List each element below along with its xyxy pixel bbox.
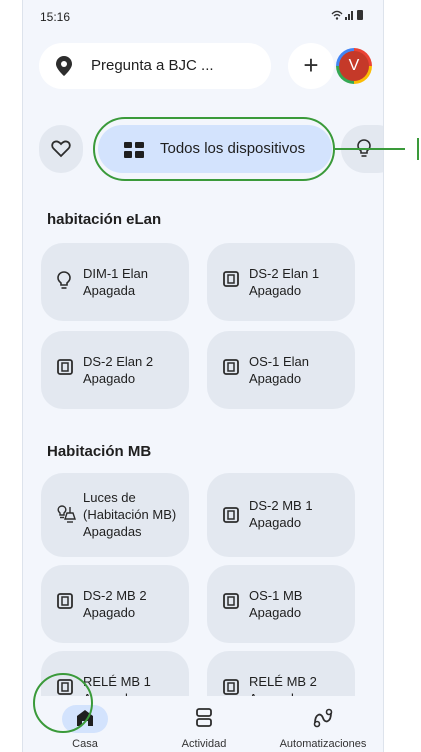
device-state: Apagado [249, 515, 302, 530]
signal-battery-icon [331, 10, 363, 20]
room-title: Habitación MB [47, 443, 152, 460]
search-placeholder: Pregunta a BJC ... [91, 57, 214, 74]
device-tile[interactable]: OS-1 MB Apagado [207, 565, 355, 643]
device-info: OS-1 Elan Apagado [249, 353, 309, 387]
device-info: DIM-1 Elan Apagada [83, 265, 148, 299]
device-name: DS-2 MB 1 [249, 498, 313, 513]
all-devices-label: Todos los dispositivos [160, 140, 306, 157]
annotation-pointer-line [335, 148, 405, 150]
assistant-search-bar[interactable]: Pregunta a BJC ... [39, 43, 271, 89]
device-name: OS-1 MB [249, 588, 303, 603]
all-devices-chip[interactable]: Todos los dispositivos [98, 125, 332, 173]
device-info: OS-1 MB Apagado [249, 587, 302, 621]
device-info: DS-2 Elan 2 Apagado [83, 353, 153, 387]
heart-icon [51, 140, 71, 158]
activity-icon [190, 706, 218, 730]
nav-label: Actividad [181, 738, 227, 750]
device-tile[interactable]: OS-1 Elan Apagado [207, 331, 355, 409]
switch-icon [223, 593, 239, 614]
nav-item-activity[interactable]: Actividad [144, 696, 264, 752]
device-info: Luces de (Habitación MB) Apagadas [83, 489, 176, 540]
annotation-pointer-tick [417, 138, 419, 160]
room-title: habitación eLan [47, 211, 162, 228]
nav-item-home[interactable]: Casa [25, 696, 145, 752]
switch-icon [57, 593, 73, 614]
nav-item-automations[interactable]: Automatizaciones [263, 696, 383, 752]
device-tile[interactable]: Luces de (Habitación MB) Apagadas [41, 473, 189, 557]
switch-icon [223, 507, 239, 528]
device-name: DS-2 MB 2 [83, 588, 147, 603]
device-info: DS-2 Elan 1 Apagado [249, 265, 319, 299]
device-state: Apagado [249, 605, 302, 620]
device-tile[interactable]: DIM-1 Elan Apagada [41, 243, 189, 321]
device-name-line-2: (Habitación MB) [83, 507, 177, 522]
device-state: Apagado [83, 605, 136, 620]
device-state: Apagada [83, 283, 136, 298]
device-state: Apagado [249, 283, 302, 298]
device-state: Apagado [83, 371, 136, 386]
status-icons [331, 9, 365, 24]
device-tile[interactable]: DS-2 Elan 2 Apagado [41, 331, 189, 409]
device-tile[interactable]: DS-2 MB 1 Apagado [207, 473, 355, 557]
device-name: DS-2 Elan 1 [249, 266, 320, 281]
home-icon [71, 706, 99, 730]
device-info: DS-2 MB 1 Apagado [249, 497, 313, 531]
device-tile[interactable]: DS-2 Elan 1 Apagado [207, 243, 355, 321]
favorites-chip[interactable] [39, 125, 83, 173]
device-tile[interactable]: DS-2 MB 2 Apagado [41, 565, 189, 643]
switch-icon [57, 359, 73, 380]
status-bar: 15:16 [23, 0, 383, 30]
device-name: OS-1 Elan [249, 354, 309, 369]
device-name: DIM-1 Elan [83, 266, 149, 281]
dashboard-grid-icon [124, 142, 144, 163]
device-info: DS-2 MB 2 Apagado [83, 587, 147, 621]
nav-label: Casa [72, 738, 98, 750]
filter-chip-row: Todos los dispositivos [23, 125, 383, 177]
top-bar: Pregunta a BJC ... + V [23, 40, 383, 92]
device-name: RELÉ MB 1 [83, 674, 151, 689]
switch-icon [223, 359, 239, 380]
phone-screen: 15:16 Pregunta a BJC ... + V Todos los d… [22, 0, 384, 752]
device-name: Luces de [83, 490, 136, 505]
avatar-letter: V [339, 51, 369, 81]
bottom-navigation: Casa Actividad Automatizaciones [23, 696, 383, 752]
switch-icon [223, 271, 239, 292]
lightbulb-icon [357, 139, 371, 164]
add-button[interactable]: + [288, 43, 334, 89]
device-state: Apagado [249, 371, 302, 386]
location-pin-icon [56, 56, 72, 81]
automations-icon [309, 706, 337, 730]
nav-label: Automatizaciones [279, 738, 367, 750]
device-name: RELÉ MB 2 [249, 674, 317, 689]
avatar[interactable]: V [336, 48, 372, 84]
device-name: DS-2 Elan 2 [83, 354, 154, 369]
status-time: 15:16 [40, 10, 71, 24]
lightbulb-icon [57, 271, 71, 296]
device-state: Apagadas [83, 524, 142, 539]
lights-group-icon [57, 505, 77, 528]
